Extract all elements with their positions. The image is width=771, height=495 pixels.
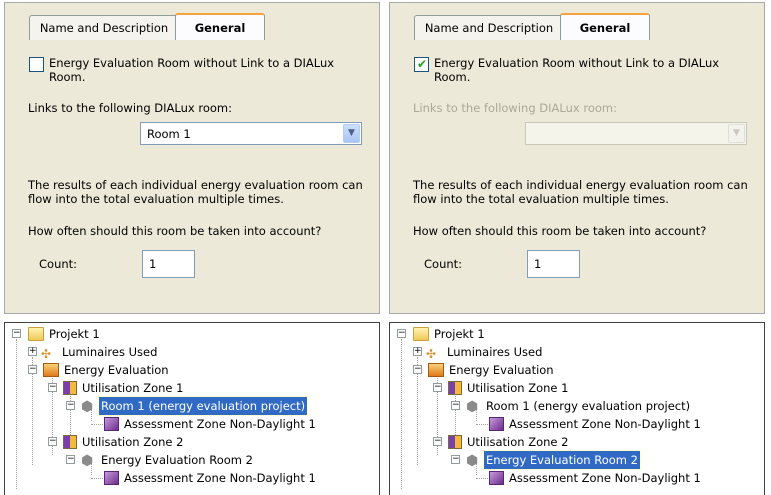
tree-node-label: Assessment Zone Non-Daylight 1 xyxy=(124,417,316,431)
tree-node-label: Utilisation Zone 2 xyxy=(82,435,184,449)
count-label: Count: xyxy=(39,257,78,271)
collapse-icon[interactable]: − xyxy=(12,329,21,338)
tree-node-label-selected: Room 1 (energy evaluation project) xyxy=(97,396,309,416)
collapse-icon[interactable]: − xyxy=(433,437,442,446)
utilisation-zone-icon xyxy=(63,381,77,395)
collapse-icon[interactable]: − xyxy=(451,455,460,464)
collapse-icon[interactable]: − xyxy=(66,401,75,410)
luminaires-icon: ✣ xyxy=(41,347,52,361)
links-label-disabled: Links to the following DIALux room: xyxy=(413,101,617,115)
dialux-room-select-disabled: ▼ xyxy=(525,122,747,145)
count-input-value: 1 xyxy=(149,257,157,271)
energy-evaluation-icon xyxy=(43,363,59,377)
no-link-checkbox[interactable] xyxy=(29,57,44,72)
tree-node-label: Utilisation Zone 1 xyxy=(82,381,184,395)
general-tab-content: ✔ Energy Evaluation Room without Link to… xyxy=(394,40,760,309)
tree-node-label: Utilisation Zone 2 xyxy=(467,435,569,449)
count-input[interactable]: 1 xyxy=(142,250,195,278)
dialux-room-select-value: Room 1 xyxy=(147,127,191,141)
collapse-icon[interactable]: − xyxy=(28,365,37,374)
collapse-icon[interactable]: − xyxy=(433,383,442,392)
expand-icon[interactable]: + xyxy=(413,347,422,356)
folder-icon xyxy=(28,327,44,341)
room-icon: ⬢ xyxy=(81,399,94,415)
chevron-down-icon: ▼ xyxy=(728,124,745,143)
how-often-text: How often should this room be taken into… xyxy=(413,224,707,238)
right-panel: Name and Description General ✔ Energy Ev… xyxy=(385,0,771,495)
tree-node-label: Energy Evaluation xyxy=(449,363,554,377)
tree-node-label: Assessment Zone Non-Daylight 1 xyxy=(509,417,701,431)
results-info-text: The results of each individual energy ev… xyxy=(28,178,363,206)
assessment-zone-icon xyxy=(104,471,119,485)
results-info-text: The results of each individual energy ev… xyxy=(413,178,748,206)
assessment-zone-icon xyxy=(489,471,504,485)
tree-guide xyxy=(476,424,488,425)
collapse-icon[interactable]: − xyxy=(451,401,460,410)
tree-node-label: Assessment Zone Non-Daylight 1 xyxy=(124,471,316,485)
no-link-checkbox-checked[interactable]: ✔ xyxy=(414,57,429,72)
room-icon: ⬢ xyxy=(81,453,94,469)
tree-node-label: Projekt 1 xyxy=(434,327,485,341)
chevron-down-icon[interactable]: ▼ xyxy=(343,124,360,143)
tree-guide xyxy=(476,478,488,479)
left-panel: Name and Description General Energy Eval… xyxy=(0,0,386,495)
assessment-zone-icon xyxy=(489,417,504,431)
room-icon: ⬢ xyxy=(466,453,479,469)
dialux-room-select[interactable]: Room 1 ▼ xyxy=(140,122,362,145)
tree-guide xyxy=(401,339,402,489)
no-link-checkbox-label[interactable]: Energy Evaluation Room without Link to a… xyxy=(49,56,349,84)
count-input[interactable]: 1 xyxy=(527,250,580,278)
tab-general[interactable]: General xyxy=(560,13,650,42)
tab-name-and-description[interactable]: Name and Description xyxy=(414,15,564,40)
collapse-icon[interactable]: − xyxy=(66,455,75,464)
luminaires-icon: ✣ xyxy=(426,347,437,361)
properties-pane: Name and Description General Energy Eval… xyxy=(4,2,380,314)
tree-guide xyxy=(91,424,103,425)
energy-evaluation-icon xyxy=(428,363,444,377)
tree-node-label: Energy Evaluation xyxy=(64,363,169,377)
assessment-zone-icon xyxy=(104,417,119,431)
utilisation-zone-icon xyxy=(448,381,462,395)
tree-node-label: Room 1 (energy evaluation project) xyxy=(486,399,691,413)
project-tree: − Projekt 1 + ✣ Luminaires Used − Energy… xyxy=(389,322,765,495)
room-icon: ⬢ xyxy=(466,399,479,415)
collapse-icon[interactable]: − xyxy=(413,365,422,374)
collapse-icon[interactable]: − xyxy=(48,383,57,392)
utilisation-zone-icon xyxy=(448,435,462,449)
tab-general[interactable]: General xyxy=(175,13,265,42)
count-label: Count: xyxy=(424,257,463,271)
tree-guide xyxy=(16,339,17,489)
tree-node-label: Utilisation Zone 1 xyxy=(467,381,569,395)
tree-node-label-selected: Energy Evaluation Room 2 xyxy=(483,450,641,470)
tree-guide xyxy=(91,478,103,479)
tree-node-label: Assessment Zone Non-Daylight 1 xyxy=(509,471,701,485)
collapse-icon[interactable]: − xyxy=(397,329,406,338)
tree-node-label: Energy Evaluation Room 2 xyxy=(101,453,253,467)
folder-icon xyxy=(413,327,429,341)
tab-name-and-description[interactable]: Name and Description xyxy=(29,15,179,40)
count-input-value: 1 xyxy=(534,257,542,271)
tree-node-label: Luminaires Used xyxy=(447,345,543,359)
tab-strip: Name and Description General xyxy=(5,3,379,43)
checkmark-icon: ✔ xyxy=(417,57,428,71)
collapse-icon[interactable]: − xyxy=(48,437,57,446)
how-often-text: How often should this room be taken into… xyxy=(28,224,322,238)
utilisation-zone-icon xyxy=(63,435,77,449)
tree-node-label: Luminaires Used xyxy=(62,345,158,359)
properties-pane: Name and Description General ✔ Energy Ev… xyxy=(389,2,765,314)
no-link-checkbox-label[interactable]: Energy Evaluation Room without Link to a… xyxy=(434,56,734,84)
tab-strip: Name and Description General xyxy=(390,3,764,43)
project-tree: − Projekt 1 + ✣ Luminaires Used − Energy… xyxy=(4,322,380,495)
expand-icon[interactable]: + xyxy=(28,347,37,356)
links-label: Links to the following DIALux room: xyxy=(28,101,232,115)
tree-node-label: Projekt 1 xyxy=(49,327,100,341)
general-tab-content: Energy Evaluation Room without Link to a… xyxy=(9,40,375,309)
